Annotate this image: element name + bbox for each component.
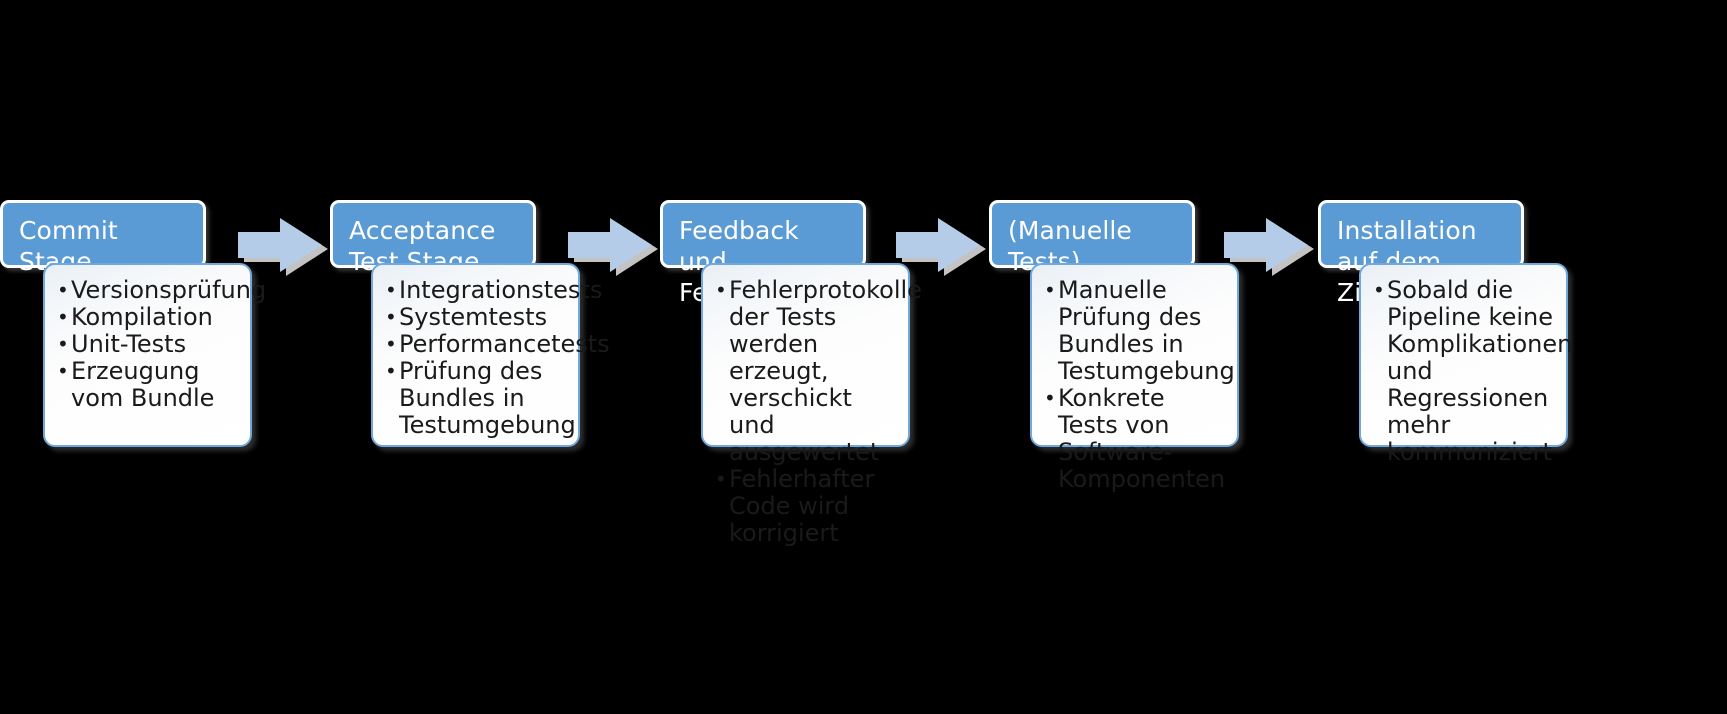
stage-header-manuelle-tests[interactable]: (Manuelle Tests) [989, 200, 1195, 276]
list-item: Integrationstests [385, 277, 602, 305]
stage-header-acceptance-test-stage[interactable]: Acceptance Test Stage [330, 200, 536, 276]
list-item: Versionsprüfung [57, 277, 266, 305]
stage-card-manuelle-tests[interactable]: Manuelle Prüfung des Bundles in Testumge… [1030, 263, 1239, 493]
right-arrow-icon [564, 214, 660, 276]
list-item: Systemtests [385, 304, 568, 332]
list-item: Manuelle Prüfung des Bundles in Testumge… [1044, 277, 1235, 385]
bullet-list: Manuelle Prüfung des Bundles in Testumge… [1044, 277, 1235, 493]
pipeline-diagram: Commit Stage Versionsprüfung Kompilation… [0, 0, 1727, 714]
bullet-list: Versionsprüfung Kompilation Unit-Tests E… [57, 277, 266, 412]
list-item: Performancetests [385, 331, 610, 359]
list-item: Kompilation [57, 304, 240, 332]
list-item: Unit-Tests [57, 331, 240, 359]
stage-card-acceptance-test-stage[interactable]: Integrationstests Systemtests Performanc… [371, 263, 610, 447]
stage-header-feedback-und-fehlerbehebung[interactable]: Feedback und Fehlerbehebung [660, 200, 883, 307]
bullet-list: Sobald die Pipeline keine Komplikationen… [1373, 277, 1572, 466]
list-item: Prüfung des Bundles in Testumgebung [385, 358, 576, 439]
stage-card-installation-auf-dem-zielsystem[interactable]: Sobald die Pipeline keine Komplikationen… [1359, 263, 1572, 466]
stage-card-feedback-und-fehlerbehebung[interactable]: Fehlerprotokolle der Tests werden erzeug… [701, 263, 922, 547]
bullet-list: Integrationstests Systemtests Performanc… [385, 277, 610, 439]
list-item: Konkrete Tests von Software-Komponenten [1044, 385, 1227, 493]
list-item: Erzeugung vom Bundle [57, 358, 240, 412]
list-item: Sobald die Pipeline keine Komplikationen… [1373, 277, 1572, 466]
stage-header-installation-auf-dem-zielsystem[interactable]: Installation auf dem Zielsystem [1318, 200, 1524, 307]
list-item: Fehlerhafter Code wird korrigiert [715, 466, 898, 547]
stage-header-commit-stage[interactable]: Commit Stage [0, 200, 206, 276]
list-item: Fehlerprotokolle der Tests werden erzeug… [715, 277, 922, 466]
stage-card-commit-stage[interactable]: Versionsprüfung Kompilation Unit-Tests E… [43, 263, 266, 447]
bullet-list: Fehlerprotokolle der Tests werden erzeug… [715, 277, 922, 547]
